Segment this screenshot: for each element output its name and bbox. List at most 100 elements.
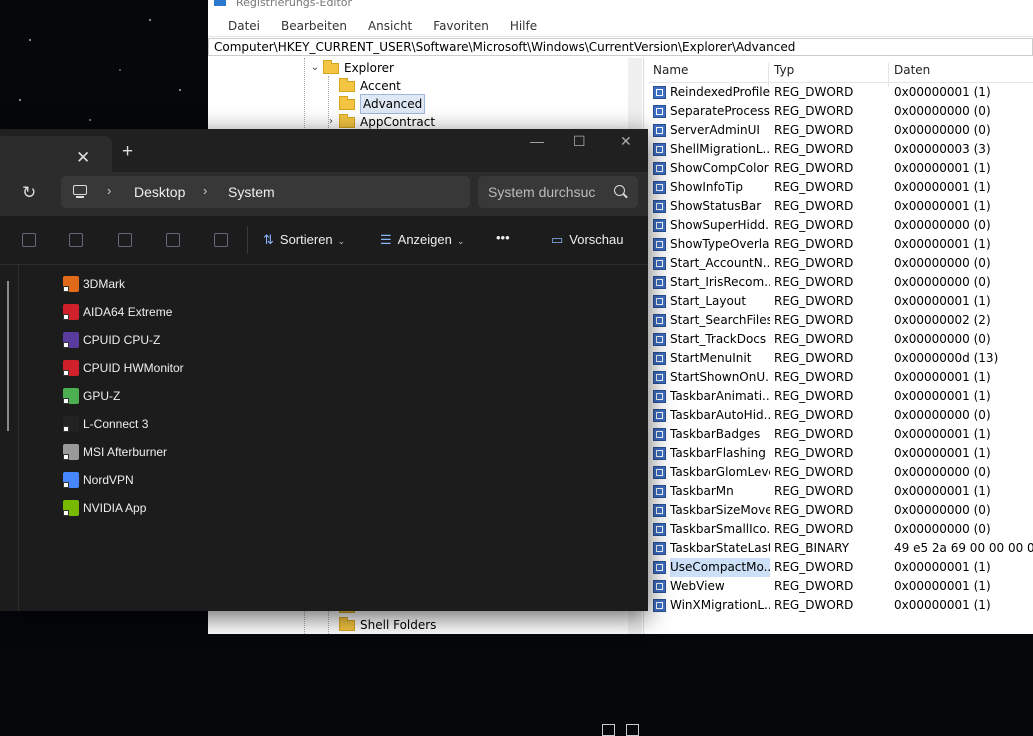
reg-dword-icon	[653, 276, 666, 289]
registry-value-row[interactable]: StartShownOnU... REG_DWORD 0x00000001 (1)	[648, 368, 1033, 387]
value-type: REG_DWORD	[774, 313, 854, 327]
registry-value-row[interactable]: TaskbarBadges REG_DWORD 0x00000001 (1)	[648, 425, 1033, 444]
tree-node-explorer[interactable]: ⌄ Explorer	[309, 59, 394, 77]
value-type: REG_DWORD	[774, 294, 854, 308]
more-options-button[interactable]: •••	[496, 230, 510, 245]
registry-value-row[interactable]: ShowCompColor REG_DWORD 0x00000001 (1)	[648, 159, 1033, 178]
menu-datei[interactable]: Datei	[214, 19, 267, 33]
value-type: REG_DWORD	[774, 199, 854, 213]
value-type: REG_DWORD	[774, 180, 854, 194]
column-header-name[interactable]: Name	[653, 63, 688, 77]
reg-dword-icon	[653, 181, 666, 194]
tree-node-label: Advanced	[360, 94, 426, 114]
registry-value-row[interactable]: TaskbarAnimati... REG_DWORD 0x00000001 (1)	[648, 387, 1033, 406]
search-input[interactable]: System durchsuc	[488, 184, 606, 200]
value-name: TaskbarBadges	[670, 427, 761, 441]
registry-value-row[interactable]: Start_IrisRecom... REG_DWORD 0x00000000 (0…	[648, 273, 1033, 292]
nav-pane-scrollbar[interactable]	[7, 281, 9, 431]
registry-value-row[interactable]: TaskbarGlomLevel REG_DWORD 0x00000000 (0)	[648, 463, 1033, 482]
reg-dword-icon	[653, 200, 666, 213]
value-data: 0x00000003 (3)	[894, 142, 991, 156]
explorer-tab[interactable]: ✕	[0, 136, 112, 172]
registry-value-row[interactable]: Start_AccountN... REG_DWORD 0x00000000 (0)	[648, 254, 1033, 273]
value-name: ReindexedProfile	[670, 85, 770, 99]
values-header: Name Typ Daten	[648, 58, 1033, 87]
new-tab-icon[interactable]: +	[122, 141, 133, 163]
paste-icon[interactable]	[69, 233, 83, 247]
registry-value-row[interactable]: WinXMigrationL... REG_DWORD 0x00000001 (1)	[648, 596, 1033, 615]
registry-value-row[interactable]: ReindexedProfile REG_DWORD 0x00000001 (1)	[648, 83, 1033, 102]
value-name: Start_IrisRecom...	[670, 275, 770, 289]
lconnect-icon	[63, 416, 79, 432]
menu-ansicht[interactable]: Ansicht	[354, 19, 419, 33]
delete-icon[interactable]	[214, 233, 228, 247]
registry-value-row[interactable]: Start_TrackDocs REG_DWORD 0x00000000 (0)	[648, 330, 1033, 349]
tree-node-accent[interactable]: Accent	[339, 77, 401, 95]
reg-dword-icon	[653, 504, 666, 517]
registry-value-row[interactable]: SeparateProcess REG_DWORD 0x00000000 (0)	[648, 102, 1033, 121]
menu-hilfe[interactable]: Hilfe	[496, 19, 544, 33]
reg-dword-icon	[653, 371, 666, 384]
copy-icon[interactable]	[22, 233, 36, 247]
value-data: 0x00000001 (1)	[894, 560, 991, 574]
menu-bearbeiten[interactable]: Bearbeiten	[267, 19, 354, 33]
folder-icon	[339, 77, 355, 92]
breadcrumb-desktop[interactable]: Desktop	[134, 184, 185, 200]
sort-button[interactable]: ⇅ Sortieren ⌄	[263, 232, 345, 248]
breadcrumb[interactable]: › Desktop › System	[61, 176, 470, 208]
search-icon[interactable]	[614, 185, 625, 196]
registry-address-bar[interactable]: Computer\HKEY_CURRENT_USER\Software\Micr…	[208, 38, 1033, 56]
close-tab-icon[interactable]: ✕	[76, 148, 90, 168]
value-name: Start_SearchFiles	[670, 313, 770, 327]
registry-value-row[interactable]: ServerAdminUI REG_DWORD 0x00000000 (0)	[648, 121, 1033, 140]
registry-value-row[interactable]: TaskbarMn REG_DWORD 0x00000001 (1)	[648, 482, 1033, 501]
tree-node-advanced[interactable]: Advanced	[339, 94, 426, 114]
registry-value-row[interactable]: Start_SearchFiles REG_DWORD 0x00000002 (2)	[648, 311, 1033, 330]
maximize-icon[interactable]: ☐	[573, 133, 586, 150]
registry-value-row[interactable]: TaskbarAutoHid... REG_DWORD 0x00000000 (0)	[648, 406, 1033, 425]
registry-value-row[interactable]: ShowSuperHidd... REG_DWORD 0x00000000 (0)	[648, 216, 1033, 235]
view-button[interactable]: ☰ Anzeigen ⌄	[380, 232, 464, 248]
minimize-icon[interactable]: —	[530, 133, 544, 149]
registry-value-row[interactable]: WebView REG_DWORD 0x00000001 (1)	[648, 577, 1033, 596]
registry-value-row[interactable]: TaskbarFlashing REG_DWORD 0x00000001 (1)	[648, 444, 1033, 463]
tree-node-shell-folders[interactable]: Shell Folders	[339, 616, 436, 634]
registry-value-row[interactable]: Start_Layout REG_DWORD 0x00000001 (1)	[648, 292, 1033, 311]
breadcrumb-system[interactable]: System	[228, 184, 275, 200]
details-view-icon[interactable]	[602, 724, 615, 736]
registry-value-row[interactable]: StartMenuInit REG_DWORD 0x0000000d (13)	[648, 349, 1033, 368]
chevron-right-icon[interactable]: ›	[107, 183, 111, 198]
this-pc-icon[interactable]	[73, 185, 87, 198]
rename-icon[interactable]	[118, 233, 132, 247]
folder-icon	[339, 113, 355, 128]
preview-button[interactable]: ▭ Vorschau	[551, 232, 624, 248]
value-name: Start_AccountN...	[670, 256, 770, 270]
value-data: 0x00000000 (0)	[894, 275, 991, 289]
registry-value-row[interactable]: ShowStatusBar REG_DWORD 0x00000001 (1)	[648, 197, 1033, 216]
value-name: SeparateProcess	[670, 104, 770, 118]
column-header-data[interactable]: Daten	[894, 63, 930, 77]
menu-favoriten[interactable]: Favoriten	[419, 19, 496, 33]
explorer-address-area: ↻ › Desktop › System System durchsuc	[0, 172, 648, 216]
registry-value-row[interactable]: TaskbarSmallIco... REG_DWORD 0x00000000 (0…	[648, 520, 1033, 539]
search-box[interactable]: System durchsuc	[478, 176, 638, 208]
registry-value-row[interactable]: TaskbarSizeMove REG_DWORD 0x00000000 (0)	[648, 501, 1033, 520]
value-data: 0x00000000 (0)	[894, 503, 991, 517]
registry-value-row[interactable]: UseCompactMo... REG_DWORD 0x00000001 (1)	[648, 558, 1033, 577]
column-header-type[interactable]: Typ	[774, 63, 794, 77]
reg-dword-icon	[653, 542, 666, 555]
registry-value-row[interactable]: ShowTypeOverlay REG_DWORD 0x00000001 (1)	[648, 235, 1033, 254]
registry-value-row[interactable]: TaskbarStateLast... REG_BINARY 49 e5 2a 69…	[648, 539, 1033, 558]
chevron-right-icon[interactable]: ›	[203, 183, 207, 198]
share-icon[interactable]	[166, 233, 180, 247]
refresh-icon[interactable]: ↻	[22, 183, 36, 203]
value-type: REG_DWORD	[774, 408, 854, 422]
chevron-down-icon[interactable]: ⌄	[309, 59, 321, 77]
close-window-icon[interactable]: ✕	[620, 133, 632, 150]
value-name: TaskbarGlomLevel	[670, 465, 770, 479]
nav-pane-divider[interactable]	[18, 265, 19, 611]
registry-value-row[interactable]: ShowInfoTip REG_DWORD 0x00000001 (1)	[648, 178, 1033, 197]
registry-value-row[interactable]: ShellMigrationL... REG_DWORD 0x00000003 (3…	[648, 140, 1033, 159]
tiles-view-icon[interactable]	[626, 724, 639, 736]
value-data: 0x00000000 (0)	[894, 218, 991, 232]
